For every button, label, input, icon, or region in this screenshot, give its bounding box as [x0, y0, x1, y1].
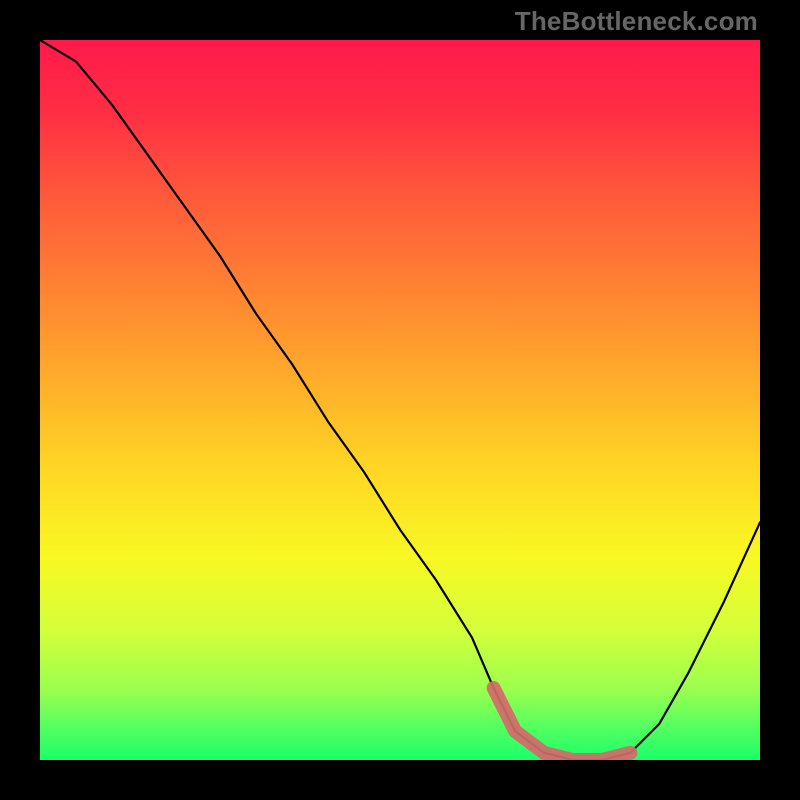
curve-layer: [40, 40, 760, 760]
chart-stage: TheBottleneck.com: [0, 0, 800, 800]
plot-area: [40, 40, 760, 760]
watermark-text: TheBottleneck.com: [515, 6, 758, 37]
bottleneck-curve: [40, 40, 760, 760]
highlight-band: [494, 688, 631, 760]
